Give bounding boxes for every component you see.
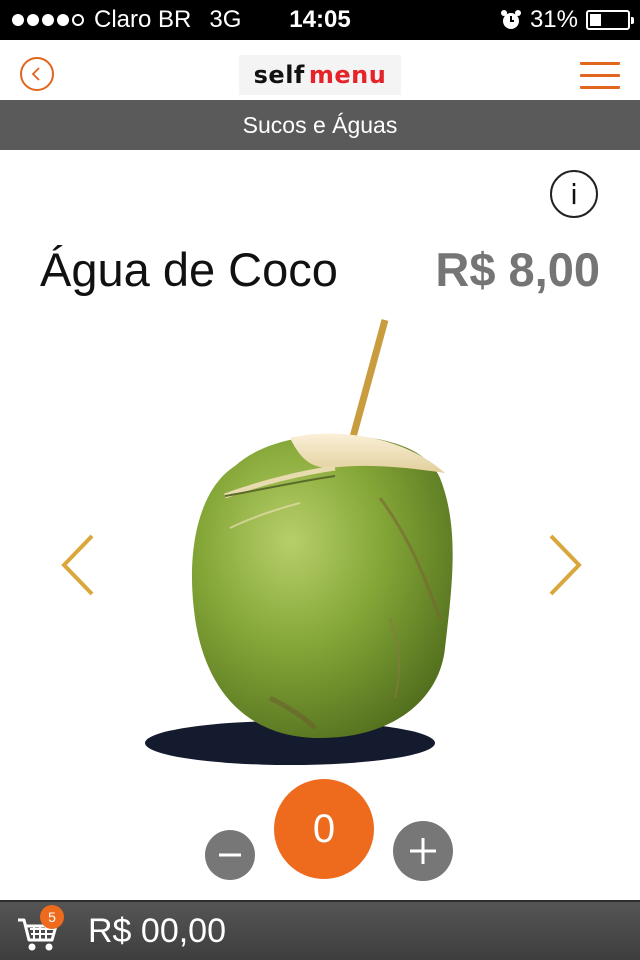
battery-icon [586, 10, 634, 30]
minus-icon [219, 853, 241, 857]
nav-bar: self menu [0, 40, 640, 100]
previous-product-arrow-icon[interactable] [58, 530, 98, 600]
category-title: Sucos e Águas [0, 100, 640, 150]
logo-menu-text: menu [308, 61, 387, 89]
plus-icon [410, 838, 436, 864]
product-price: R$ 8,00 [435, 243, 600, 296]
product-image [145, 319, 453, 765]
hamburger-menu-button[interactable] [580, 62, 620, 90]
next-product-arrow-icon[interactable] [545, 530, 585, 600]
increase-quantity-button[interactable] [393, 821, 453, 881]
product-name: Água de Coco [40, 243, 338, 296]
battery-percent: 31% [529, 6, 578, 33]
app-logo: self menu [239, 55, 401, 95]
decrease-quantity-button[interactable] [205, 830, 255, 880]
cart-count-badge: 5 [40, 905, 64, 929]
chevron-left-icon [31, 67, 40, 81]
back-button[interactable] [20, 57, 54, 91]
info-icon: i [570, 177, 578, 211]
alarm-icon [500, 10, 521, 29]
info-button[interactable]: i [550, 170, 598, 218]
status-bar: Claro BR 3G 14:05 31% [0, 0, 640, 40]
quantity-value: 0 [274, 779, 374, 879]
logo-self-text: self [253, 61, 305, 89]
cart-total: R$ 00,00 [88, 912, 226, 950]
